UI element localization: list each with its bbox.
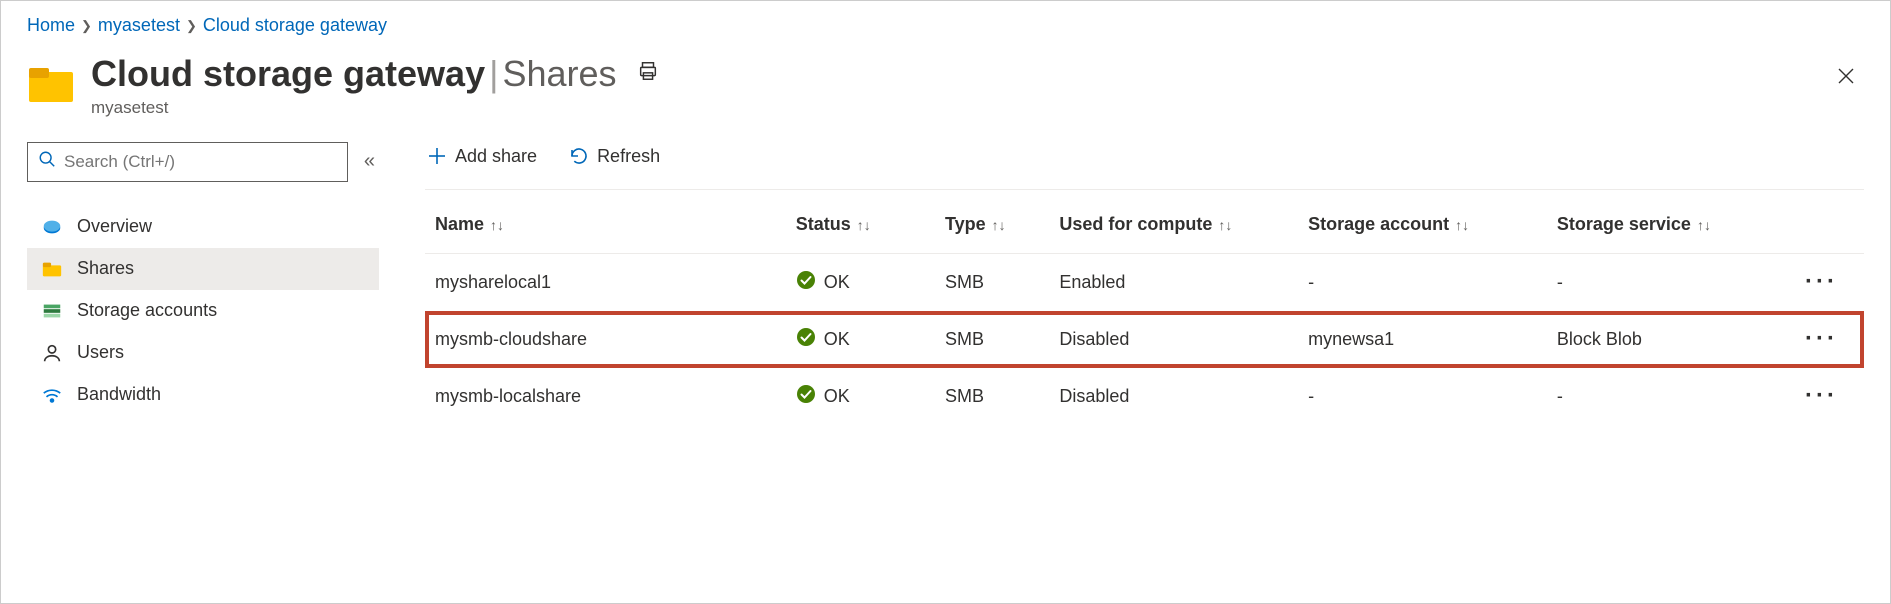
folder-icon <box>41 258 63 280</box>
sort-icon: ↑↓ <box>1455 217 1469 233</box>
page-title: Cloud storage gateway|Shares <box>91 54 617 94</box>
add-share-button[interactable]: Add share <box>425 142 539 171</box>
cell-name[interactable]: mysharelocal1 <box>425 253 786 311</box>
column-header-type[interactable]: Type↑↓ <box>935 190 1049 254</box>
sort-icon: ↑↓ <box>1697 217 1711 233</box>
overview-icon <box>41 216 63 238</box>
main-content: Add share Refresh Name↑↓ Status↑↓ Type↑↓… <box>407 142 1864 425</box>
bandwidth-icon <box>41 384 63 406</box>
sort-icon: ↑↓ <box>1218 217 1232 233</box>
status-ok-icon <box>796 384 816 409</box>
close-button[interactable] <box>1828 54 1864 101</box>
sidebar-item-shares[interactable]: Shares <box>27 248 379 290</box>
status-ok-icon <box>796 327 816 352</box>
cell-compute: Disabled <box>1049 311 1298 368</box>
column-header-compute[interactable]: Used for compute↑↓ <box>1049 190 1298 254</box>
search-box[interactable] <box>27 142 348 182</box>
cell-service: - <box>1547 368 1771 425</box>
cell-service: Block Blob <box>1547 311 1771 368</box>
cell-account: mynewsa1 <box>1298 311 1547 368</box>
sidebar-item-bandwidth[interactable]: Bandwidth <box>27 374 379 416</box>
cell-status: OK <box>786 368 935 425</box>
storage-account-icon <box>41 300 63 322</box>
resource-folder-icon <box>27 60 75 108</box>
cell-service: - <box>1547 253 1771 311</box>
cell-account: - <box>1298 368 1547 425</box>
sidebar-item-label: Overview <box>77 216 152 237</box>
sidebar-item-storage-accounts[interactable]: Storage accounts <box>27 290 379 332</box>
chevron-right-icon: ❯ <box>81 18 92 34</box>
column-header-status[interactable]: Status↑↓ <box>786 190 935 254</box>
sidebar-nav: Overview Shares Storage accounts Users Bandw… <box>27 206 379 416</box>
shares-table: Name↑↓ Status↑↓ Type↑↓ Used for compute↑… <box>425 190 1864 425</box>
table-row[interactable]: mysmb-cloudshareOKSMBDisabledmynewsa1Blo… <box>425 311 1864 368</box>
refresh-icon <box>569 146 589 166</box>
column-header-service[interactable]: Storage service↑↓ <box>1547 190 1771 254</box>
column-header-account[interactable]: Storage account↑↓ <box>1298 190 1547 254</box>
cell-status: OK <box>786 311 935 368</box>
cell-status: OK <box>786 253 935 311</box>
sidebar-item-label: Shares <box>77 258 134 279</box>
cell-name[interactable]: mysmb-cloudshare <box>425 311 786 368</box>
search-input[interactable] <box>64 152 337 172</box>
sort-icon: ↑↓ <box>992 217 1006 233</box>
page-header: Cloud storage gateway|Shares myasetest <box>9 54 1882 118</box>
table-row[interactable]: mysmb-localshareOKSMBDisabled--··· <box>425 368 1864 425</box>
breadcrumb-resource[interactable]: myasetest <box>98 15 180 36</box>
page-subtitle: myasetest <box>91 98 1828 118</box>
cell-compute: Disabled <box>1049 368 1298 425</box>
cell-type: SMB <box>935 368 1049 425</box>
search-icon <box>38 150 56 173</box>
status-ok-icon <box>796 270 816 295</box>
sort-icon: ↑↓ <box>857 217 871 233</box>
sidebar-item-label: Storage accounts <box>77 300 217 321</box>
cell-type: SMB <box>935 311 1049 368</box>
cell-account: - <box>1298 253 1547 311</box>
sidebar-item-label: Bandwidth <box>77 384 161 405</box>
row-actions-button[interactable]: ··· <box>1799 268 1844 295</box>
cell-compute: Enabled <box>1049 253 1298 311</box>
breadcrumb-home[interactable]: Home <box>27 15 75 36</box>
breadcrumb: Home ❯ myasetest ❯ Cloud storage gateway <box>9 3 1882 54</box>
refresh-button[interactable]: Refresh <box>567 142 662 171</box>
cell-name[interactable]: mysmb-localshare <box>425 368 786 425</box>
plus-icon <box>427 146 447 166</box>
breadcrumb-current[interactable]: Cloud storage gateway <box>203 15 387 36</box>
user-icon <box>41 342 63 364</box>
sidebar-item-overview[interactable]: Overview <box>27 206 379 248</box>
print-icon[interactable] <box>631 54 665 93</box>
sidebar-item-label: Users <box>77 342 124 363</box>
cell-type: SMB <box>935 253 1049 311</box>
collapse-sidebar-button[interactable]: « <box>360 146 379 177</box>
column-header-name[interactable]: Name↑↓ <box>425 190 786 254</box>
row-actions-button[interactable]: ··· <box>1799 325 1844 352</box>
toolbar: Add share Refresh <box>425 142 1864 190</box>
sort-icon: ↑↓ <box>490 217 504 233</box>
row-actions-button[interactable]: ··· <box>1799 382 1844 409</box>
chevron-right-icon: ❯ <box>186 18 197 34</box>
sidebar: « Overview Shares Storage accounts Users Ban… <box>27 142 407 425</box>
sidebar-item-users[interactable]: Users <box>27 332 379 374</box>
table-row[interactable]: mysharelocal1OKSMBEnabled--··· <box>425 253 1864 311</box>
